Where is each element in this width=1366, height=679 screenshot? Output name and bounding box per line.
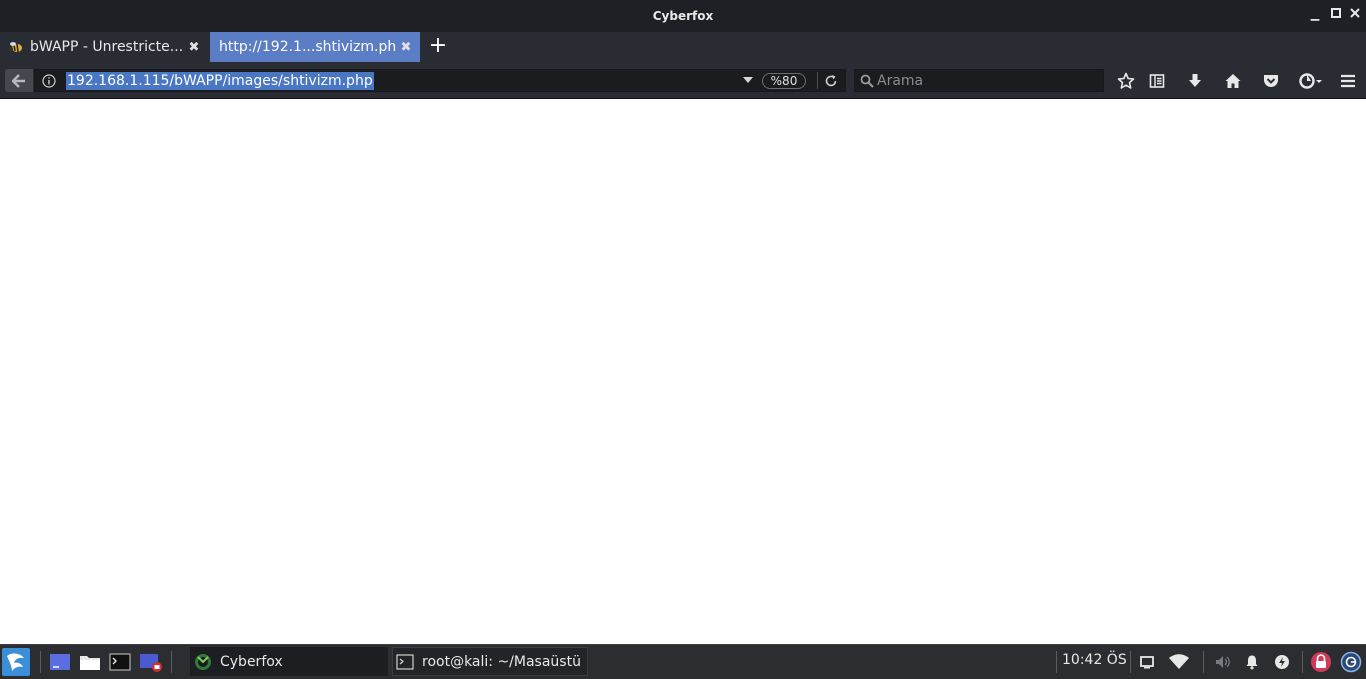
bookmark-star-button[interactable] bbox=[1116, 71, 1136, 91]
hamburger-menu-button[interactable] bbox=[1338, 71, 1358, 91]
hamburger-menu-icon bbox=[1341, 74, 1355, 88]
terminal-icon bbox=[109, 653, 131, 671]
tab-close-icon[interactable]: ✖ bbox=[184, 40, 204, 55]
tab-shtivizm[interactable]: http://192.1...shtivizm.php ✖ bbox=[210, 32, 420, 62]
display-tray-button[interactable] bbox=[1139, 647, 1157, 677]
cyberfox-menu-button[interactable] bbox=[1297, 71, 1325, 91]
new-tab-button[interactable]: + bbox=[426, 32, 450, 62]
info-icon bbox=[42, 73, 56, 88]
power-bolt-icon bbox=[1275, 655, 1289, 669]
taskbar-separator bbox=[1302, 651, 1303, 673]
screen-recorder-launcher[interactable] bbox=[139, 647, 163, 677]
taskbar-separator bbox=[171, 651, 172, 673]
screen-recorder-icon bbox=[140, 654, 162, 672]
home-icon bbox=[1225, 74, 1241, 88]
search-input[interactable] bbox=[877, 72, 1097, 90]
cyberfox-menu-icon bbox=[1299, 73, 1322, 89]
url-history-dropdown-icon[interactable] bbox=[743, 77, 753, 83]
terminal-icon bbox=[396, 653, 414, 670]
logout-icon bbox=[1340, 651, 1362, 673]
taskbar-task-terminal[interactable]: root@kali: ~/Masaüstü bbox=[392, 647, 588, 676]
show-desktop-launcher[interactable] bbox=[49, 647, 73, 677]
lock-icon bbox=[1311, 652, 1331, 672]
page-content bbox=[0, 99, 1366, 644]
search-icon bbox=[860, 74, 874, 88]
tab-close-icon[interactable]: ✖ bbox=[396, 40, 416, 55]
taskbar-task-cyberfox[interactable]: Cyberfox bbox=[190, 647, 388, 676]
file-manager-launcher[interactable] bbox=[79, 647, 103, 677]
kali-dragon-icon bbox=[2, 648, 30, 676]
tab-label: http://192.1...shtivizm.php bbox=[219, 39, 396, 55]
volume-tray-button[interactable] bbox=[1214, 647, 1232, 677]
display-icon bbox=[1140, 656, 1154, 669]
network-tray-button[interactable] bbox=[1168, 647, 1190, 677]
minimize-button[interactable]: ▁ bbox=[1308, 8, 1322, 22]
wifi-icon bbox=[1169, 654, 1189, 669]
folder-icon bbox=[80, 656, 100, 670]
home-button[interactable] bbox=[1223, 71, 1243, 91]
bee-favicon-icon bbox=[9, 42, 22, 53]
reading-list-button[interactable] bbox=[1147, 71, 1167, 91]
downloads-button[interactable] bbox=[1185, 71, 1205, 91]
power-tray-button[interactable] bbox=[1274, 647, 1292, 677]
info-button[interactable] bbox=[35, 69, 63, 92]
cyberfox-app-icon bbox=[195, 653, 211, 670]
bell-icon bbox=[1246, 655, 1258, 670]
reload-icon[interactable] bbox=[822, 72, 840, 90]
maximize-icon bbox=[1331, 8, 1341, 18]
reading-list-icon bbox=[1149, 74, 1165, 88]
search-bar[interactable] bbox=[854, 69, 1104, 92]
pocket-icon bbox=[1264, 75, 1278, 87]
navigation-bar: 192.168.1.115/bWAPP/images/shtivizm.php … bbox=[0, 62, 1366, 99]
back-button[interactable] bbox=[5, 69, 33, 92]
desktop-taskbar: Cyberfox root@kali: ~/Masaüstü 10:42 ÖS bbox=[0, 644, 1366, 679]
url-bar[interactable]: 192.168.1.115/bWAPP/images/shtivizm.php … bbox=[34, 69, 846, 92]
taskbar-separator bbox=[1203, 651, 1204, 673]
lock-screen-button[interactable] bbox=[1310, 647, 1332, 677]
taskbar-separator bbox=[40, 651, 41, 673]
window-title: Cyberfox bbox=[652, 9, 714, 23]
kali-menu-button[interactable] bbox=[2, 647, 30, 677]
desktop-icon bbox=[50, 654, 70, 670]
taskbar-separator bbox=[1056, 651, 1057, 673]
close-icon bbox=[1350, 8, 1360, 18]
star-icon bbox=[1117, 72, 1135, 89]
url-bar-separator bbox=[817, 72, 818, 89]
notifications-tray-button[interactable] bbox=[1244, 647, 1262, 677]
pocket-button[interactable] bbox=[1261, 71, 1281, 91]
back-arrow-icon bbox=[12, 73, 25, 88]
task-label: root@kali: ~/Masaüstü bbox=[422, 653, 581, 670]
task-label: Cyberfox bbox=[220, 653, 283, 670]
terminal-launcher[interactable] bbox=[109, 647, 133, 677]
url-text[interactable]: 192.168.1.115/bWAPP/images/shtivizm.php bbox=[66, 72, 374, 90]
tab-label: bWAPP - Unrestricte... bbox=[30, 39, 184, 55]
zoom-indicator[interactable]: %80 bbox=[762, 73, 806, 89]
tab-bar: bWAPP - Unrestricte... ✖ http://192.1...… bbox=[0, 32, 1366, 62]
close-window-button[interactable] bbox=[1348, 8, 1362, 22]
volume-muted-icon bbox=[1216, 656, 1230, 668]
window-titlebar: Cyberfox ▁ bbox=[0, 0, 1366, 32]
tab-bwapp[interactable]: bWAPP - Unrestricte... ✖ bbox=[0, 32, 208, 62]
clock[interactable]: 10:42 ÖS bbox=[1062, 652, 1127, 668]
taskbar-separator bbox=[1130, 651, 1131, 673]
download-icon bbox=[1189, 74, 1201, 87]
logout-button[interactable] bbox=[1340, 647, 1362, 677]
maximize-button[interactable] bbox=[1329, 8, 1343, 22]
